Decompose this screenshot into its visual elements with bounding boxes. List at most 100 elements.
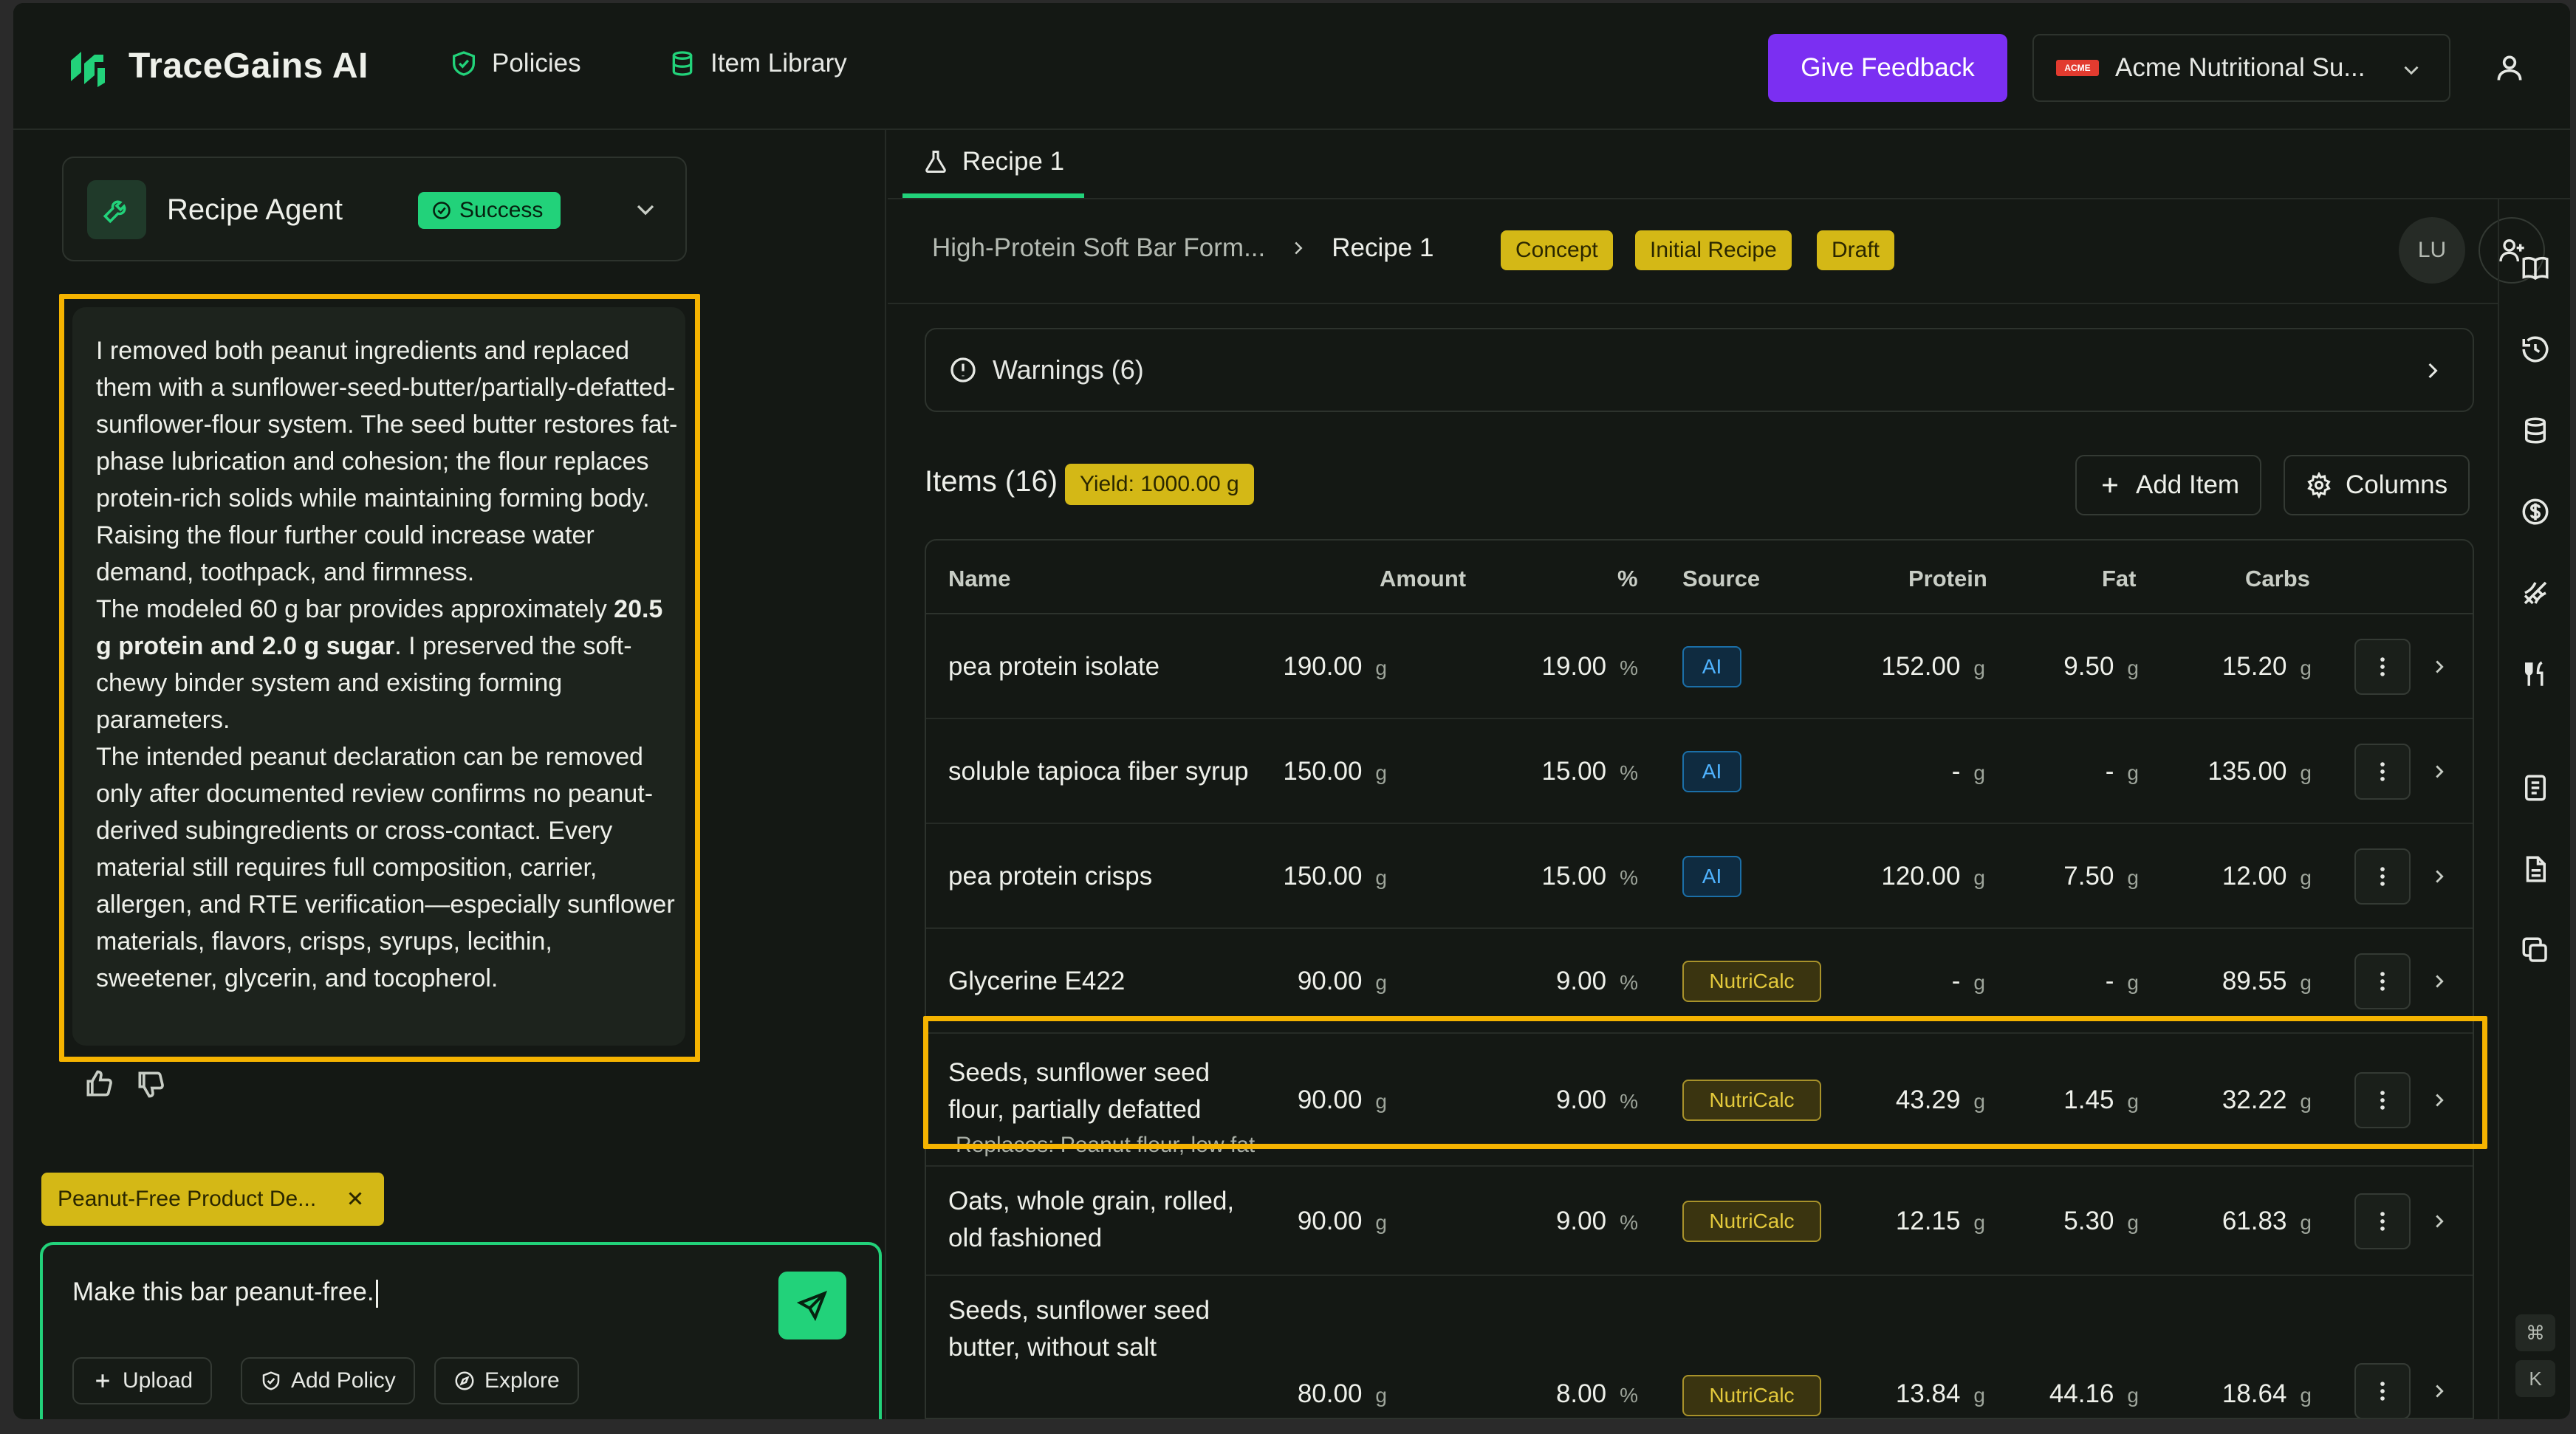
message-text-segment: The modeled 60 g bar provides approximat… (96, 595, 614, 623)
row-menu-button[interactable] (2354, 953, 2411, 1009)
percent-value: 19.00 (1541, 652, 1607, 681)
chat-input[interactable]: Make this bar peanut-free. (72, 1277, 378, 1308)
utensils-icon[interactable] (2520, 659, 2551, 690)
chat-composer[interactable]: Make this bar peanut-free. Upload Add Po… (40, 1242, 882, 1419)
table-row[interactable]: Glycerine E422 90.00 g 9.00% NutriCalc - g - g 89… (926, 929, 2473, 1034)
percent-cell: 8.00% (1556, 1379, 1638, 1409)
context-chip[interactable]: Peanut-Free Product De... (41, 1173, 384, 1226)
percent-value: 15.00 (1541, 862, 1607, 891)
table-row[interactable]: Seeds, sunflower seed butter, without sal… (926, 1276, 2473, 1418)
thumbs-up-icon[interactable] (83, 1068, 115, 1100)
thumbs-down-icon[interactable] (134, 1068, 167, 1100)
column-header-amount[interactable]: Amount (1380, 566, 1466, 592)
percent-value: 9.00 (1555, 967, 1607, 995)
amount-value: 150.00 (1283, 862, 1363, 891)
give-feedback-button[interactable]: Give Feedback (1768, 34, 2007, 102)
row-menu-button[interactable] (2354, 848, 2411, 905)
protein-unit: g (1973, 1090, 1985, 1113)
avatar[interactable]: LU (2399, 217, 2465, 284)
item-name[interactable]: pea protein isolate (948, 648, 1159, 685)
columns-button[interactable]: Columns (2284, 455, 2470, 515)
user-profile-icon[interactable] (2493, 52, 2526, 84)
row-menu-button[interactable] (2354, 639, 2411, 695)
notebook-icon[interactable] (2520, 772, 2551, 803)
row-menu-button[interactable] (2354, 744, 2411, 800)
chevron-right-icon[interactable] (2428, 1380, 2450, 1402)
column-header-percent[interactable]: % (1617, 566, 1638, 592)
items-table: Name Amount % Source Protein Fat Carbs p… (925, 539, 2474, 1419)
warnings-panel[interactable]: Warnings (6) (925, 328, 2474, 412)
table-row[interactable]: pea protein crisps 150.00 g 15.00% AI 120.00 g… (926, 824, 2473, 929)
carbs-unit: g (2300, 656, 2312, 679)
column-header-carbs[interactable]: Carbs (2245, 566, 2310, 592)
shield-check-icon (453, 51, 475, 76)
carbs-unit: g (2300, 1211, 2312, 1234)
item-name[interactable]: Seeds, sunflower seed flour, partially de… (948, 1054, 1210, 1128)
nav-policies[interactable]: Policies (449, 49, 581, 78)
carbs-cell: 135.00 g (2207, 757, 2312, 786)
protein-cell: 13.84 g (1896, 1379, 1985, 1409)
protein-value: - (1951, 967, 1961, 995)
column-header-name[interactable]: Name (948, 566, 1010, 592)
item-name-line: Oats, whole grain, rolled, (948, 1187, 1235, 1215)
agent-panel: Recipe Agent Success I removed both pean… (13, 130, 886, 1419)
item-name[interactable]: Glycerine E422 (948, 963, 1125, 1000)
upload-button[interactable]: Upload (72, 1357, 213, 1404)
table-row[interactable]: soluble tapioca fiber syrup 150.00 g 15.00%… (926, 719, 2473, 824)
protein-value: 12.15 (1895, 1207, 1961, 1235)
chevron-right-icon[interactable] (2428, 656, 2450, 678)
alert-circle-icon (950, 357, 976, 382)
send-button[interactable] (778, 1272, 846, 1339)
tab-recipe-1[interactable]: Recipe 1 (902, 130, 1084, 198)
database-icon[interactable] (2520, 415, 2551, 446)
fat-cell: -g (2106, 967, 2139, 996)
item-name-line: Seeds, sunflower seed (948, 1296, 1210, 1325)
item-name[interactable]: pea protein crisps (948, 858, 1152, 895)
table-row[interactable]: pea protein isolate 190.00 g 19.00% AI 152.00… (926, 614, 2473, 719)
breadcrumb-parent[interactable]: High-Protein Soft Bar Form... (932, 233, 1265, 263)
recipe-agent-card[interactable]: Recipe Agent Success (62, 157, 687, 261)
add-item-button[interactable]: Add Item (2075, 455, 2262, 515)
copy-icon[interactable] (2520, 935, 2551, 966)
row-menu-button[interactable] (2354, 1193, 2411, 1249)
dollar-circle-icon[interactable] (2520, 496, 2551, 527)
breadcrumb: High-Protein Soft Bar Form... Recipe 1 (932, 233, 1433, 263)
item-name[interactable]: soluble tapioca fiber syrup (948, 753, 1249, 790)
column-header-protein[interactable]: Protein (1908, 566, 1987, 592)
explore-button[interactable]: Explore (434, 1357, 579, 1404)
row-menu-button[interactable] (2354, 1072, 2411, 1128)
column-header-source[interactable]: Source (1682, 566, 1760, 592)
table-row[interactable]: Oats, whole grain, rolled, old fashioned 9… (926, 1167, 2473, 1276)
book-icon[interactable] (2520, 253, 2551, 284)
agent-message-text: I removed both peanut ingredients and re… (96, 332, 679, 997)
add-policy-button[interactable]: Add Policy (241, 1357, 415, 1404)
source-badge: AI (1682, 856, 1741, 897)
chevron-right-icon (1295, 241, 1303, 255)
right-tool-rail: ⌘ K (2498, 199, 2570, 1419)
fat-value: - (2105, 967, 2114, 995)
close-icon[interactable] (344, 1187, 366, 1210)
amount-value: 190.00 (1283, 652, 1363, 681)
nav-item-library[interactable]: Item Library (668, 49, 847, 78)
percent-unit: % (1620, 1384, 1638, 1407)
chevron-right-icon[interactable] (2428, 1089, 2450, 1111)
row-menu-button[interactable] (2354, 1363, 2411, 1418)
carbs-value: 32.22 (2222, 1085, 2287, 1114)
dna-icon[interactable] (2520, 577, 2551, 608)
file-text-icon[interactable] (2520, 854, 2551, 885)
chevron-down-icon[interactable] (631, 195, 660, 224)
percent-cell: 19.00% (1542, 652, 1639, 682)
chevron-right-icon[interactable] (2428, 970, 2450, 992)
organization-select[interactable]: ACME Acme Nutritional Su... (2032, 34, 2450, 102)
protein-unit: g (1973, 656, 1985, 679)
chevron-right-icon[interactable] (2428, 1210, 2450, 1232)
chevron-right-icon[interactable] (2428, 761, 2450, 783)
protein-unit: g (1973, 971, 1985, 994)
history-icon[interactable] (2520, 334, 2551, 365)
plus-icon (96, 1374, 109, 1387)
chevron-right-icon[interactable] (2428, 865, 2450, 888)
item-name[interactable]: Seeds, sunflower seed butter, without sal… (948, 1292, 1210, 1366)
item-name[interactable]: Oats, whole grain, rolled, old fashioned (948, 1183, 1234, 1257)
table-row[interactable]: Seeds, sunflower seed flour, partially de… (926, 1034, 2473, 1167)
column-header-fat[interactable]: Fat (2102, 566, 2137, 592)
